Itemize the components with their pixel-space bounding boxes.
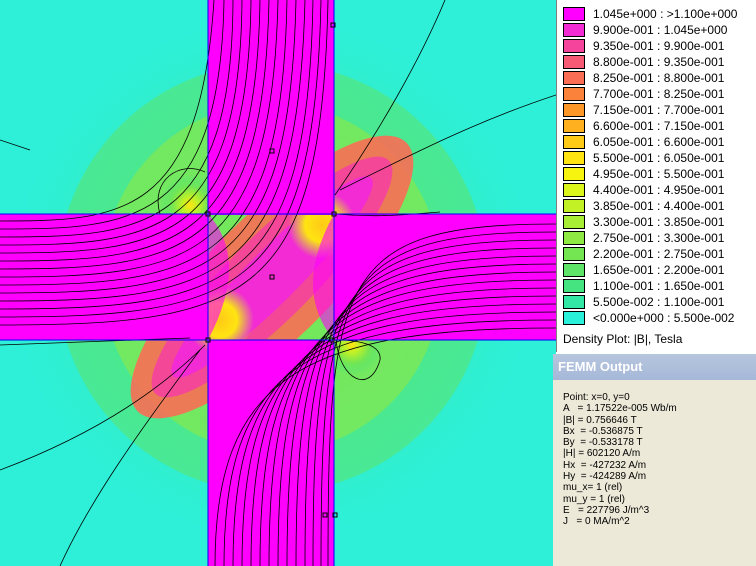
legend-entry: 2.200e-001 : 2.750e-001 xyxy=(561,247,755,262)
output-line: E = 227796 J/m^3 xyxy=(563,504,650,516)
output-line: |B| = 0.756646 T xyxy=(563,414,637,426)
arm-top xyxy=(208,0,334,215)
legend-label: 1.100e-001 : 1.650e-001 xyxy=(593,279,725,293)
legend-label: 9.900e-001 : 1.045e+000 xyxy=(593,23,728,37)
legend-swatch xyxy=(563,215,585,229)
density-plot[interactable] xyxy=(0,0,556,566)
legend-label: 4.400e-001 : 4.950e-001 xyxy=(593,183,725,197)
legend-entry: 6.050e-001 : 6.600e-001 xyxy=(561,135,755,150)
legend-swatch xyxy=(563,279,585,293)
legend-swatch xyxy=(563,151,585,165)
output-line: J = 0 MA/m^2 xyxy=(563,516,630,528)
legend-entry: 7.150e-001 : 7.700e-001 xyxy=(561,103,755,118)
legend-entry: 7.700e-001 : 8.250e-001 xyxy=(561,87,755,102)
legend-swatch xyxy=(563,167,585,181)
legend-label: 9.350e-001 : 9.900e-001 xyxy=(593,39,725,53)
legend-swatch xyxy=(563,7,585,21)
legend-entry: 2.750e-001 : 3.300e-001 xyxy=(561,231,755,246)
legend-label: 1.650e-001 : 2.200e-001 xyxy=(593,263,725,277)
legend-swatch xyxy=(563,231,585,245)
legend-label: 3.300e-001 : 3.850e-001 xyxy=(593,215,725,229)
legend-swatch xyxy=(563,135,585,149)
legend-entry: 1.100e-001 : 1.650e-001 xyxy=(561,279,755,294)
density-legend: 1.045e+000 : >1.100e+000 9.900e-001 : 1.0… xyxy=(556,0,756,352)
legend-entry: 3.300e-001 : 3.850e-001 xyxy=(561,215,755,230)
output-line: mu_y = 1 (rel) xyxy=(563,493,625,505)
legend-label: 6.600e-001 : 7.150e-001 xyxy=(593,119,725,133)
legend-swatch xyxy=(563,247,585,261)
output-line: Point: x=0, y=0 xyxy=(563,392,630,403)
legend-label: 6.050e-001 : 6.600e-001 xyxy=(593,135,725,149)
density-plot-canvas[interactable] xyxy=(0,0,556,566)
legend-swatch xyxy=(563,199,585,213)
legend-label: 5.500e-002 : 1.100e-001 xyxy=(593,295,725,309)
output-line: mu_x= 1 (rel) xyxy=(563,482,623,494)
legend-entry: 8.800e-001 : 9.350e-001 xyxy=(561,55,755,70)
legend-label: 1.045e+000 : >1.100e+000 xyxy=(593,7,738,21)
output-line: Hy = -424289 A/m xyxy=(563,471,647,483)
legend-entry: 6.600e-001 : 7.150e-001 xyxy=(561,119,755,134)
output-line: Bx = -0.536875 T xyxy=(563,425,643,437)
legend-entry: 1.045e+000 : >1.100e+000 xyxy=(561,7,755,22)
output-line: A = 1.17522e-005 Wb/m xyxy=(563,403,677,415)
output-line: Hx = -427232 A/m xyxy=(563,459,647,471)
legend-entry: 1.650e-001 : 2.200e-001 xyxy=(561,263,755,278)
output-lines: Point: x=0, y=0 A = 1.17522e-005 Wb/m |B| … xyxy=(563,392,677,528)
legend-label: 8.800e-001 : 9.350e-001 xyxy=(593,55,725,69)
legend-label: 2.750e-001 : 3.300e-001 xyxy=(593,231,725,245)
output-line: |H| = 602120 A/m xyxy=(563,448,641,460)
legend-entry: 4.400e-001 : 4.950e-001 xyxy=(561,183,755,198)
legend-label: 2.200e-001 : 2.750e-001 xyxy=(593,247,725,261)
legend-caption: Density Plot: |B|, Tesla xyxy=(563,332,683,346)
legend-label: 8.250e-001 : 8.800e-001 xyxy=(593,71,725,85)
legend-label: 3.850e-001 : 4.400e-001 xyxy=(593,199,725,213)
legend-swatch xyxy=(563,295,585,309)
output-line: By = -0.533178 T xyxy=(563,437,643,449)
femm-output-window[interactable]: FEMM Output Point: x=0, y=0 A = 1.17522e-… xyxy=(553,354,756,566)
legend-entry: 4.950e-001 : 5.500e-001 xyxy=(561,167,755,182)
legend-label: 5.500e-001 : 6.050e-001 xyxy=(593,151,725,165)
legend-entry: <0.000e+000 : 5.500e-002 xyxy=(561,311,755,326)
legend-swatch xyxy=(563,55,585,69)
legend-swatch xyxy=(563,263,585,277)
legend-label: 4.950e-001 : 5.500e-001 xyxy=(593,167,725,181)
legend-entry: 9.350e-001 : 9.900e-001 xyxy=(561,39,755,54)
output-window-title[interactable]: FEMM Output xyxy=(553,354,756,380)
legend-entry: 5.500e-002 : 1.100e-001 xyxy=(561,295,755,310)
legend-entry: 8.250e-001 : 8.800e-001 xyxy=(561,71,755,86)
legend-label: 7.150e-001 : 7.700e-001 xyxy=(593,103,725,117)
legend-swatch xyxy=(563,23,585,37)
legend-entry: 9.900e-001 : 1.045e+000 xyxy=(561,23,755,38)
legend-swatch xyxy=(563,183,585,197)
legend-swatch xyxy=(563,87,585,101)
legend-label: 7.700e-001 : 8.250e-001 xyxy=(593,87,725,101)
legend-swatch xyxy=(563,119,585,133)
legend-label: <0.000e+000 : 5.500e-002 xyxy=(593,311,735,325)
legend-swatch xyxy=(563,311,585,325)
legend-entry: 3.850e-001 : 4.400e-001 xyxy=(561,199,755,214)
legend-swatch xyxy=(563,71,585,85)
legend-entry: 5.500e-001 : 6.050e-001 xyxy=(561,151,755,166)
legend-swatch xyxy=(563,39,585,53)
legend-swatch xyxy=(563,103,585,117)
